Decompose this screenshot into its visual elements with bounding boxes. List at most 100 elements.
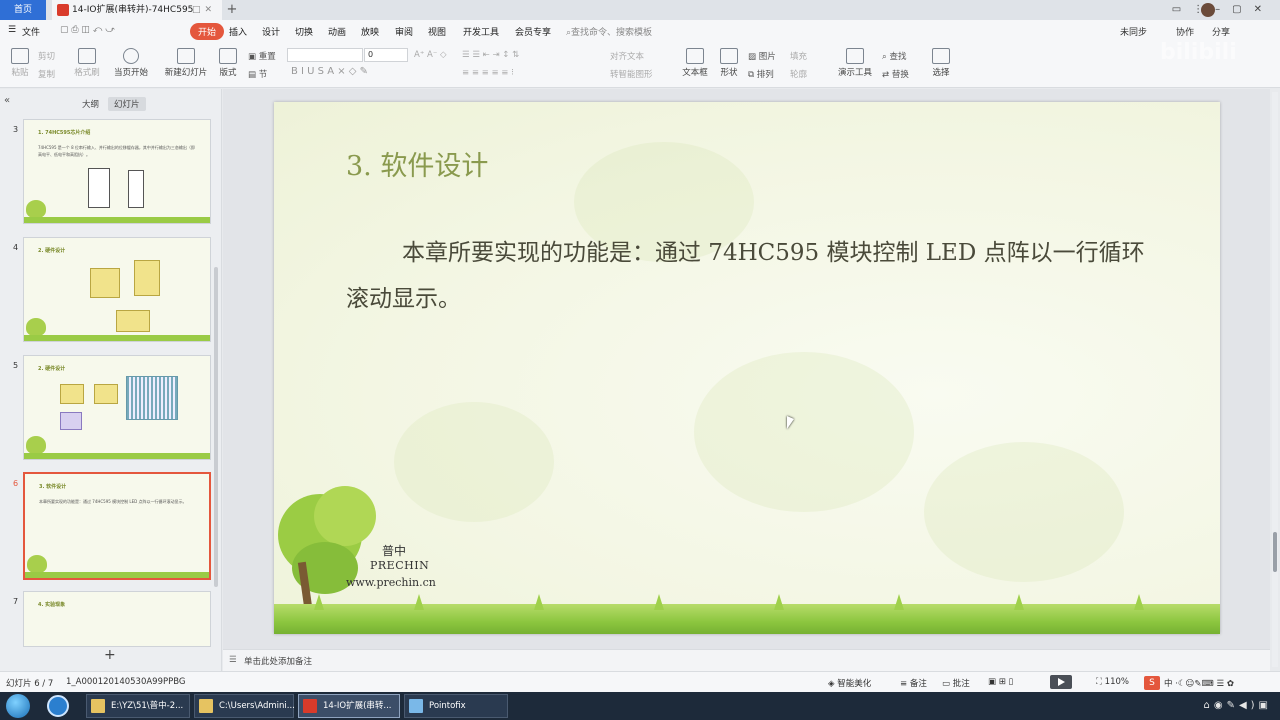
slide-body[interactable]: 本章所要实现的功能是：通过 74HC595 模块控制 LED 点阵以一行循环滚动… <box>346 230 1156 322</box>
grass-blade <box>534 594 544 610</box>
menu-design[interactable]: 设计 <box>262 25 280 38</box>
arrange-label: 排列 <box>756 70 774 80</box>
replace-button[interactable]: ⇄ 替换 <box>882 68 909 80</box>
browser-icon[interactable] <box>47 695 69 717</box>
background-leaf <box>694 352 914 512</box>
present-tools-label: 演示工具 <box>837 68 872 78</box>
taskbar-folder-2[interactable]: C:\Users\Admini... <box>194 694 295 718</box>
view-mode-icons[interactable]: ▣ ⊞ ▯ <box>988 677 1013 687</box>
menu-view[interactable]: 视图 <box>428 25 446 38</box>
present-tools-button[interactable]: 演示工具 <box>834 48 876 78</box>
slide-thumbnail-5[interactable]: 2. 硬件设计 <box>23 355 211 460</box>
font-grow-shrink-icon[interactable]: A⁺ A⁻ ◇ <box>414 50 447 60</box>
menu-icon[interactable]: ☰ <box>8 25 16 35</box>
notes-toggle-button[interactable]: ≡ 备注 <box>900 677 927 689</box>
paste-button[interactable]: 粘贴 <box>6 48 34 78</box>
slide-thumbnail-6[interactable]: 3. 软件设计 本章所要实现的功能是：通过 74HC595 模块控制 LED 点… <box>23 472 211 580</box>
menu-file[interactable]: 文件 <box>22 25 40 38</box>
layout-button[interactable]: 版式 <box>216 48 240 78</box>
from-start-button[interactable]: 当页开始 <box>110 48 152 78</box>
collapse-panel-icon[interactable]: « <box>4 95 10 106</box>
taskbar-pointofix[interactable]: Pointofix <box>404 694 508 718</box>
format-painter-button[interactable]: 格式刷 <box>72 48 102 78</box>
reset-label: 重置 <box>258 52 276 62</box>
cut-button[interactable]: 剪切 <box>38 50 55 62</box>
slideshow-play-button[interactable] <box>1050 675 1072 689</box>
tab-slides[interactable]: 幻灯片 <box>108 97 146 111</box>
menu-animation[interactable]: 动画 <box>328 25 346 38</box>
task-label: C:\Users\Admini... <box>219 701 295 711</box>
textbox-button[interactable]: 文本框 <box>680 48 710 78</box>
system-tray-icons[interactable]: ⌂◉✎◀)▣ <box>1204 700 1273 711</box>
smart-beautify-button[interactable]: ◈ 智能美化 <box>828 677 871 689</box>
outline-button[interactable]: 轮廓 <box>790 68 807 80</box>
mouse-cursor-icon <box>787 416 794 429</box>
select-button[interactable]: 选择 <box>928 48 954 78</box>
task-label: Pointofix <box>429 701 466 711</box>
menu-slideshow[interactable]: 放映 <box>361 25 379 38</box>
align-text-button[interactable]: 对齐文本 <box>610 50 644 62</box>
slide-thumbnail-3[interactable]: 1. 74HC595芯片介绍 74HC595 是一个 8 位串行输入、并行输出的… <box>23 119 211 224</box>
task-label: 14-IO扩展(串转... <box>323 701 392 711</box>
shape-button[interactable]: 形状 <box>716 48 742 78</box>
tab-outline[interactable]: 大纲 <box>76 97 105 111</box>
from-start-label: 当页开始 <box>113 68 148 78</box>
notes-placeholder[interactable]: 单击此处添加备注 <box>244 655 312 667</box>
menu-insert[interactable]: 插入 <box>229 25 247 38</box>
menu-member[interactable]: 会员专享 <box>515 25 551 38</box>
new-slide-button[interactable]: 新建幻灯片 <box>162 48 210 78</box>
taskbar-folder-1[interactable]: E:\YZ\51\普中-2... <box>86 694 190 718</box>
share-button[interactable]: 分享 <box>1212 25 1230 38</box>
new-tab-button[interactable]: + <box>224 0 240 20</box>
notes-pane[interactable]: ☰ 单击此处添加备注 <box>223 649 1270 671</box>
menu-developer[interactable]: 开发工具 <box>463 25 499 38</box>
font-size-select[interactable]: 0 <box>364 48 408 62</box>
sync-status[interactable]: 未同步 <box>1120 25 1147 38</box>
canvas-scrollbar[interactable] <box>1272 92 1278 667</box>
arrange-button[interactable]: ⧉ 排列 <box>748 68 774 80</box>
slide-thumbnail-4[interactable]: 2. 硬件设计 <box>23 237 211 342</box>
zoom-control[interactable]: ⛶ 110% <box>1096 677 1129 687</box>
section-label: 节 <box>258 70 268 80</box>
quick-access-icons[interactable]: ▢ ⎙ ◫ ⤺ ⤻ <box>60 25 115 35</box>
add-slide-button[interactable]: + <box>104 647 116 663</box>
fill-button[interactable]: 填充 <box>790 50 807 62</box>
taskbar-wps[interactable]: 14-IO扩展(串转... <box>298 694 400 718</box>
home-tab[interactable]: 首页 <box>0 0 46 20</box>
find-button[interactable]: ⌕ 查找 <box>882 50 906 62</box>
replace-label: 替换 <box>891 70 909 80</box>
font-format-icons[interactable]: B I U S A × ◇ ✎ <box>291 66 368 77</box>
brand-name-cn: 普中 <box>382 544 407 558</box>
smart-graphic-button[interactable]: 转智能图形 <box>610 68 653 80</box>
reset-button[interactable]: ▣ 重置 <box>248 50 276 62</box>
search-icon: ⌕ <box>882 52 887 62</box>
command-search[interactable]: ⌕查找命令、搜索模板 <box>566 25 652 38</box>
menu-transition[interactable]: 切换 <box>295 25 313 38</box>
slide[interactable]: 3. 软件设计 本章所要实现的功能是：通过 74HC595 模块控制 LED 点… <box>274 102 1220 634</box>
slide-thumbnail-7[interactable]: 4. 实验现象 <box>23 591 211 647</box>
panel-scrollbar[interactable] <box>214 267 218 587</box>
section-button[interactable]: ▤ 节 <box>248 68 267 80</box>
menu-start[interactable]: 开始 <box>190 23 225 40</box>
picture-button[interactable]: ▨ 图片 <box>748 50 776 62</box>
list-icons[interactable]: ☰ ☰ ⇤ ⇥ ↕ ⇅ <box>462 50 519 60</box>
comments-button[interactable]: ▭ 批注 <box>942 677 970 689</box>
tab-controls-icon[interactable]: □✕ <box>192 0 216 20</box>
copy-button[interactable]: 复制 <box>38 68 55 80</box>
ime-toolbar[interactable]: 中 ·☾☺✎⌨ ☰ ✿ <box>1164 677 1234 689</box>
ime-logo[interactable]: S <box>1144 676 1160 690</box>
textbox-label: 文本框 <box>682 68 708 78</box>
document-tab[interactable]: 14-IO扩展(串转并)-74HC595 □✕ <box>52 0 222 20</box>
scrollbar-thumb[interactable] <box>1273 532 1277 572</box>
collab-button[interactable]: 协作 <box>1176 25 1194 38</box>
slide-title[interactable]: 3. 软件设计 <box>346 144 488 183</box>
paragraph-align-icons[interactable]: ≡ ≡ ≡ ≡ ≡ ⁝ <box>462 68 514 78</box>
notes-toggle-label: 备注 <box>909 679 927 689</box>
start-button-icon[interactable] <box>6 694 30 718</box>
window-controls[interactable]: ▭⋮–▢✕ <box>1172 0 1274 20</box>
font-name-select[interactable] <box>287 48 363 62</box>
background-leaf <box>924 442 1124 582</box>
shape-icon <box>720 48 738 64</box>
menu-review[interactable]: 审阅 <box>395 25 413 38</box>
schematic-diagram <box>90 268 120 298</box>
